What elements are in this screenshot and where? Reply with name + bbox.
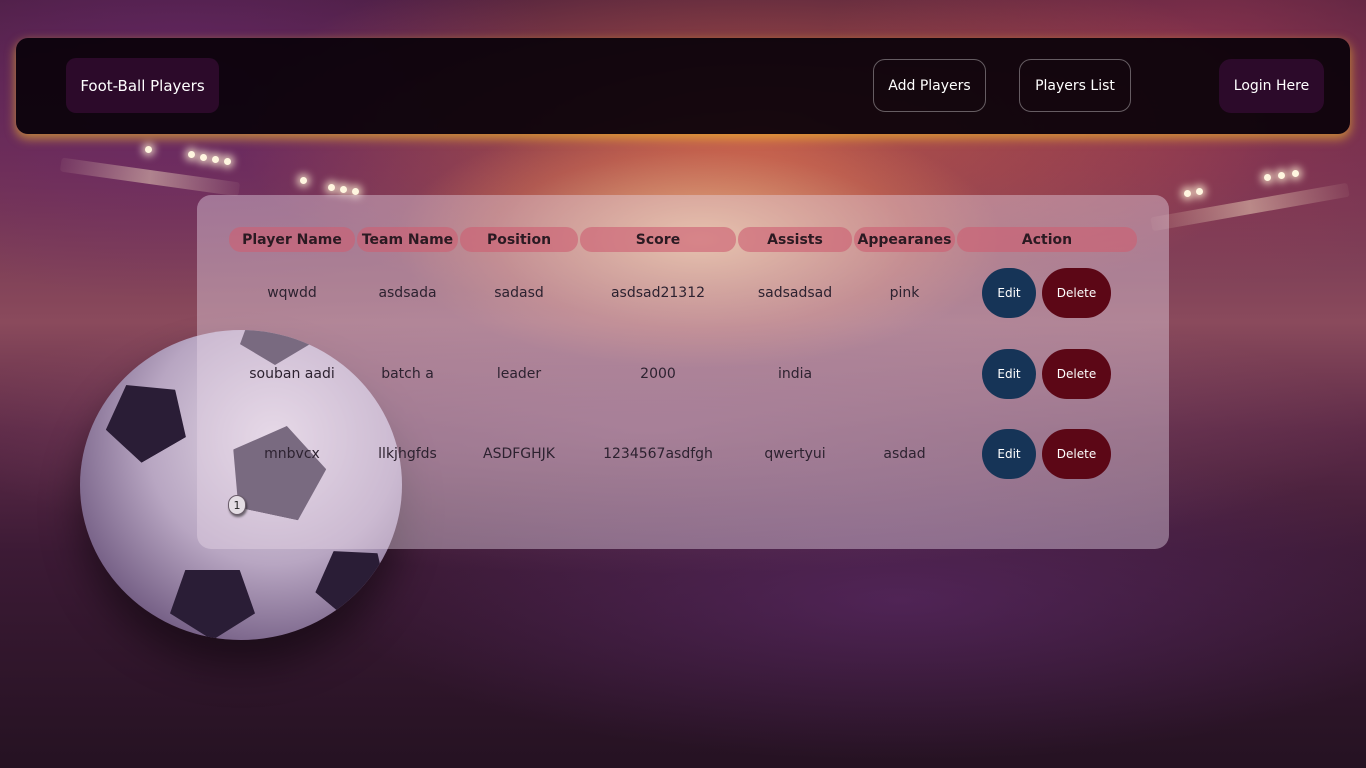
delete-button[interactable]: Delete	[1042, 349, 1111, 399]
players-list-button[interactable]: Players List	[1019, 59, 1131, 112]
cell-appearances: pink	[889, 285, 920, 301]
stadium-stand	[59, 157, 241, 197]
stadium-light	[352, 188, 359, 195]
stadium-stand	[1150, 182, 1350, 232]
edit-button[interactable]: Edit	[982, 268, 1036, 318]
stadium-light	[145, 146, 152, 153]
column-header-position: Position	[460, 227, 578, 252]
table-row: souban aadi batch a leader 2000 india Ed…	[197, 349, 1169, 399]
delete-button[interactable]: Delete	[1042, 429, 1111, 479]
cell-assists: qwertyui	[764, 446, 826, 462]
cell-appearances: asdad	[883, 446, 926, 462]
stadium-light	[1264, 174, 1271, 181]
login-button[interactable]: Login Here	[1219, 59, 1324, 113]
cell-appearances	[854, 349, 955, 399]
column-header-action: Action	[957, 227, 1137, 252]
stadium-light	[224, 158, 231, 165]
stadium-light	[1184, 190, 1191, 197]
cell-position: ASDFGHJK	[483, 446, 555, 462]
add-players-button[interactable]: Add Players	[873, 59, 986, 112]
cell-assists: sadsadsad	[757, 285, 833, 301]
cell-player-name: mnbvcx	[264, 446, 320, 462]
edit-button[interactable]: Edit	[982, 429, 1036, 479]
stadium-light	[328, 184, 335, 191]
column-header-player-name: Player Name	[229, 227, 355, 252]
cell-team-name: asdsada	[378, 285, 437, 301]
table-row: mnbvcx llkjhgfds ASDFGHJK 1234567asdfgh …	[197, 429, 1169, 479]
cell-player-name: souban aadi	[249, 366, 335, 382]
cell-score: 1234567asdfgh	[603, 446, 713, 462]
cell-position: sadasd	[494, 285, 544, 301]
cell-team-name: batch a	[381, 366, 434, 382]
cell-score: 2000	[640, 366, 676, 382]
stadium-light	[200, 154, 207, 161]
navbar: Foot-Ball Players Add Players Players Li…	[16, 38, 1350, 134]
delete-button[interactable]: Delete	[1042, 268, 1111, 318]
column-header-score: Score	[580, 227, 736, 252]
pagination-page-button[interactable]: 1	[228, 495, 246, 515]
table-row: wqwdd asdsada sadasd asdsad21312 sadsads…	[197, 268, 1169, 318]
players-table-card: Player Name Team Name Position Score Ass…	[197, 195, 1169, 549]
edit-button[interactable]: Edit	[982, 349, 1036, 399]
stadium-light	[300, 177, 307, 184]
stadium-light	[1278, 172, 1285, 179]
cell-team-name: llkjhgfds	[378, 446, 437, 462]
cell-score: asdsad21312	[610, 285, 706, 301]
stadium-light	[1292, 170, 1299, 177]
column-header-appearances: Appearanes	[854, 227, 955, 252]
brand-logo[interactable]: Foot-Ball Players	[66, 58, 219, 113]
stadium-light	[212, 156, 219, 163]
column-header-team-name: Team Name	[357, 227, 458, 252]
cell-position: leader	[496, 366, 542, 382]
cell-assists: india	[777, 366, 813, 382]
cell-player-name: wqwdd	[267, 285, 317, 301]
stadium-light	[188, 151, 195, 158]
stadium-light	[1196, 188, 1203, 195]
table-header-row: Player Name Team Name Position Score Ass…	[197, 227, 1169, 253]
column-header-assists: Assists	[738, 227, 852, 252]
stadium-light	[340, 186, 347, 193]
